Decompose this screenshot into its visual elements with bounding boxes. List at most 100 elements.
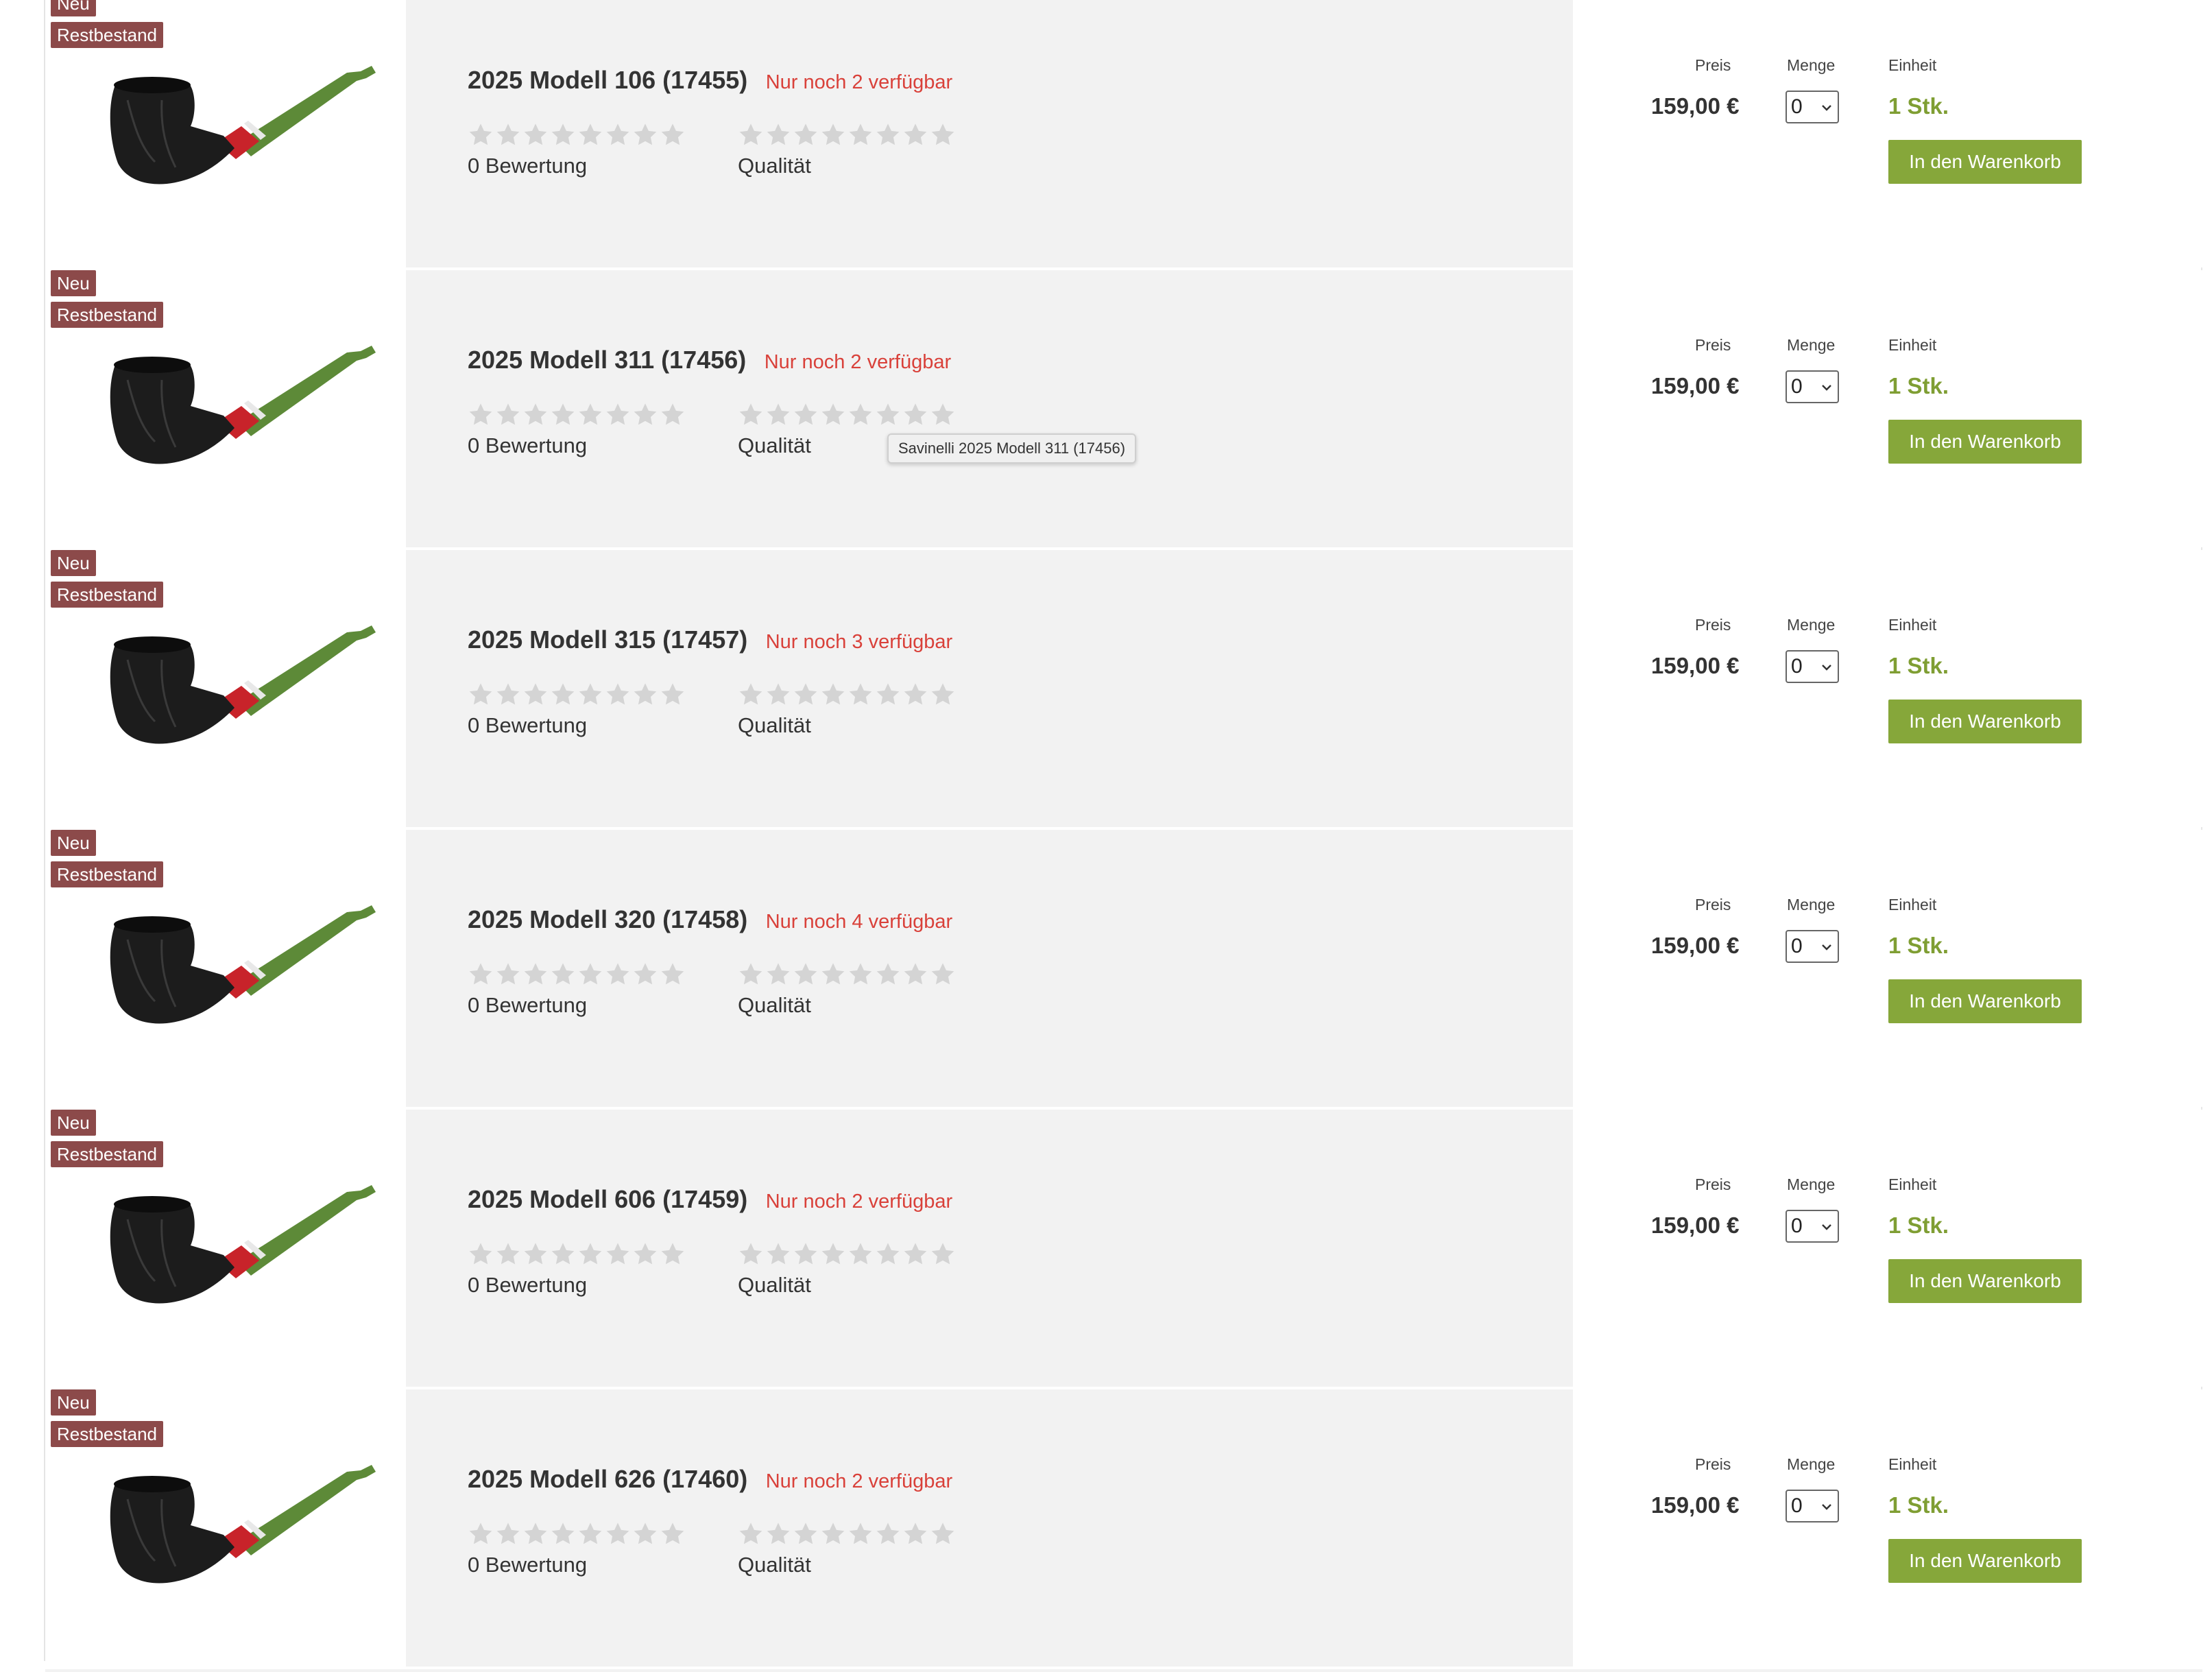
quantity-select[interactable]: 0 <box>1786 370 1839 403</box>
product-image-cell[interactable]: Neu Restbestand <box>45 830 406 1107</box>
quality-star-icon[interactable] <box>793 1241 819 1267</box>
quality-star-icon[interactable] <box>738 962 764 988</box>
rating-star-icon[interactable] <box>522 122 549 148</box>
rating-star-icon[interactable] <box>577 1241 603 1267</box>
quality-stars[interactable] <box>738 1241 956 1267</box>
rating-star-icon[interactable] <box>522 402 549 428</box>
rating-star-icon[interactable] <box>522 682 549 708</box>
rating-star-icon[interactable] <box>522 1241 549 1267</box>
quality-star-icon[interactable] <box>820 682 846 708</box>
pipe-icon[interactable] <box>80 885 381 1042</box>
product-title[interactable]: 2025 Modell 106 (17455) <box>468 66 747 94</box>
rating-star-icon[interactable] <box>632 122 658 148</box>
quality-star-icon[interactable] <box>902 402 928 428</box>
quality-star-icon[interactable] <box>875 402 901 428</box>
rating-star-icon[interactable] <box>632 962 658 988</box>
rating-star-icon[interactable] <box>605 402 631 428</box>
quality-star-icon[interactable] <box>793 682 819 708</box>
quality-star-icon[interactable] <box>847 1521 874 1547</box>
rating-star-icon[interactable] <box>495 1241 521 1267</box>
add-to-cart-button[interactable]: In den Warenkorb <box>1888 1259 2082 1303</box>
rating-star-icon[interactable] <box>605 122 631 148</box>
rating-star-icon[interactable] <box>577 1521 603 1547</box>
quantity-select[interactable]: 0 <box>1786 650 1839 683</box>
quality-star-icon[interactable] <box>847 682 874 708</box>
product-title[interactable]: 2025 Modell 626 (17460) <box>468 1465 747 1493</box>
quality-star-icon[interactable] <box>930 122 956 148</box>
quality-star-icon[interactable] <box>902 1241 928 1267</box>
quality-star-icon[interactable] <box>902 1521 928 1547</box>
quality-star-icon[interactable] <box>875 682 901 708</box>
quality-star-icon[interactable] <box>847 122 874 148</box>
quality-star-icon[interactable] <box>875 1241 901 1267</box>
add-to-cart-button[interactable]: In den Warenkorb <box>1888 140 2082 184</box>
pipe-icon[interactable] <box>80 1165 381 1322</box>
quality-star-icon[interactable] <box>930 1521 956 1547</box>
quality-star-icon[interactable] <box>765 1241 791 1267</box>
quality-star-icon[interactable] <box>902 682 928 708</box>
product-title[interactable]: 2025 Modell 606 (17459) <box>468 1185 747 1213</box>
quality-star-icon[interactable] <box>793 402 819 428</box>
quality-star-icon[interactable] <box>738 402 764 428</box>
quality-star-icon[interactable] <box>738 122 764 148</box>
rating-star-icon[interactable] <box>550 1241 576 1267</box>
add-to-cart-button[interactable]: In den Warenkorb <box>1888 420 2082 464</box>
rating-star-icon[interactable] <box>495 122 521 148</box>
rating-star-icon[interactable] <box>605 962 631 988</box>
quality-star-icon[interactable] <box>930 1241 956 1267</box>
rating-stars[interactable] <box>468 122 686 148</box>
quantity-select[interactable]: 0 <box>1786 1490 1839 1522</box>
rating-star-icon[interactable] <box>468 1241 494 1267</box>
quality-stars[interactable] <box>738 1521 956 1547</box>
rating-star-icon[interactable] <box>660 402 686 428</box>
quality-star-icon[interactable] <box>820 1241 846 1267</box>
quality-star-icon[interactable] <box>765 402 791 428</box>
quality-star-icon[interactable] <box>793 962 819 988</box>
quality-star-icon[interactable] <box>820 1521 846 1547</box>
rating-star-icon[interactable] <box>495 962 521 988</box>
rating-star-icon[interactable] <box>550 682 576 708</box>
rating-stars[interactable] <box>468 962 686 988</box>
rating-star-icon[interactable] <box>660 682 686 708</box>
quality-stars[interactable] <box>738 962 956 988</box>
pipe-icon[interactable] <box>80 1444 381 1602</box>
rating-star-icon[interactable] <box>632 682 658 708</box>
quality-star-icon[interactable] <box>930 402 956 428</box>
quality-stars[interactable] <box>738 122 956 148</box>
rating-star-icon[interactable] <box>660 962 686 988</box>
add-to-cart-button[interactable]: In den Warenkorb <box>1888 1539 2082 1583</box>
product-title[interactable]: 2025 Modell 311 (17456) <box>468 346 746 374</box>
rating-star-icon[interactable] <box>468 962 494 988</box>
rating-stars[interactable] <box>468 402 686 428</box>
rating-star-icon[interactable] <box>632 1241 658 1267</box>
quality-star-icon[interactable] <box>930 682 956 708</box>
quality-star-icon[interactable] <box>793 122 819 148</box>
quantity-select[interactable]: 0 <box>1786 91 1839 123</box>
rating-star-icon[interactable] <box>495 682 521 708</box>
rating-stars[interactable] <box>468 682 686 708</box>
quality-star-icon[interactable] <box>738 682 764 708</box>
rating-star-icon[interactable] <box>577 682 603 708</box>
product-title[interactable]: 2025 Modell 320 (17458) <box>468 905 747 933</box>
rating-star-icon[interactable] <box>660 1521 686 1547</box>
rating-star-icon[interactable] <box>468 682 494 708</box>
rating-stars[interactable] <box>468 1521 686 1547</box>
quality-star-icon[interactable] <box>765 682 791 708</box>
pipe-icon[interactable] <box>80 325 381 483</box>
rating-star-icon[interactable] <box>468 1521 494 1547</box>
quality-star-icon[interactable] <box>765 1521 791 1547</box>
quality-star-icon[interactable] <box>738 1521 764 1547</box>
rating-star-icon[interactable] <box>468 402 494 428</box>
rating-star-icon[interactable] <box>495 1521 521 1547</box>
pipe-icon[interactable] <box>80 45 381 203</box>
rating-star-icon[interactable] <box>550 962 576 988</box>
product-image-cell[interactable]: Neu Restbestand <box>45 1110 406 1387</box>
quality-star-icon[interactable] <box>765 962 791 988</box>
product-title[interactable]: 2025 Modell 315 (17457) <box>468 625 747 654</box>
quality-star-icon[interactable] <box>875 962 901 988</box>
quality-star-icon[interactable] <box>820 402 846 428</box>
quality-star-icon[interactable] <box>765 122 791 148</box>
quality-stars[interactable] <box>738 682 956 708</box>
rating-star-icon[interactable] <box>605 682 631 708</box>
rating-star-icon[interactable] <box>632 402 658 428</box>
